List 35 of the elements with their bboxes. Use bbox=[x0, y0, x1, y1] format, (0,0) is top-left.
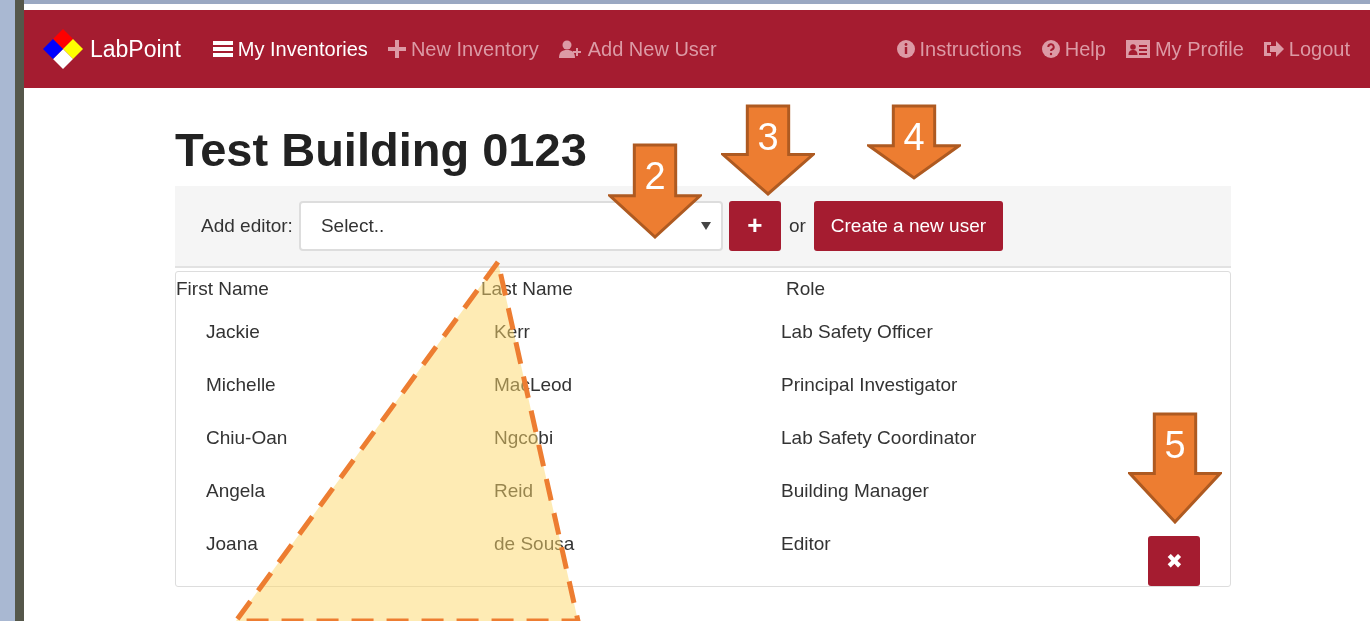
add-button[interactable]: + bbox=[728, 200, 781, 251]
list-icon bbox=[212, 40, 233, 58]
editor-select[interactable]: Select.. bbox=[298, 200, 723, 251]
user-plus-icon bbox=[558, 40, 583, 58]
callout-number: 4 bbox=[903, 118, 925, 156]
info-icon bbox=[896, 40, 915, 58]
table-cell-text: Reid bbox=[494, 480, 535, 503]
brand-link[interactable]: LabPoint bbox=[42, 28, 181, 70]
plus-icon bbox=[387, 40, 406, 58]
table-cell-text: Joana bbox=[205, 533, 259, 556]
or-text: or bbox=[788, 214, 806, 237]
table-cell: Lab Safety Coordinator bbox=[781, 427, 977, 450]
table-cell: Principal Investigator bbox=[781, 374, 958, 397]
remove-button[interactable]: ✖ bbox=[1148, 535, 1200, 586]
help-icon bbox=[1041, 40, 1060, 58]
table-cell: Building Manager bbox=[781, 480, 929, 503]
create-user-button[interactable]: Create a new user bbox=[813, 200, 1004, 251]
diamond-logo-icon bbox=[42, 28, 84, 70]
table-cell: Lab Safety Officer bbox=[781, 321, 933, 344]
id-card-icon bbox=[1125, 40, 1150, 58]
column-header: First Name bbox=[176, 277, 270, 300]
page-title: Test Building 0123 bbox=[175, 124, 587, 176]
callout-number: 2 bbox=[644, 157, 666, 195]
table-cell-text: Jackie bbox=[205, 321, 261, 344]
table-cell-text: Angela bbox=[205, 480, 267, 503]
table-cell-text: Chiu-Oan bbox=[205, 427, 289, 450]
callout-number: 5 bbox=[1164, 426, 1186, 464]
table-cell-text: Michelle bbox=[205, 374, 277, 397]
column-header: Role bbox=[786, 277, 826, 300]
nav-link[interactable]: My Inventories bbox=[212, 37, 368, 61]
add-editor-label: Add editor: bbox=[201, 214, 293, 237]
callout-number: 3 bbox=[757, 118, 779, 156]
logout-icon bbox=[1263, 40, 1284, 58]
dropdown-caret-icon bbox=[700, 221, 711, 230]
table-cell: Editor bbox=[781, 533, 831, 556]
